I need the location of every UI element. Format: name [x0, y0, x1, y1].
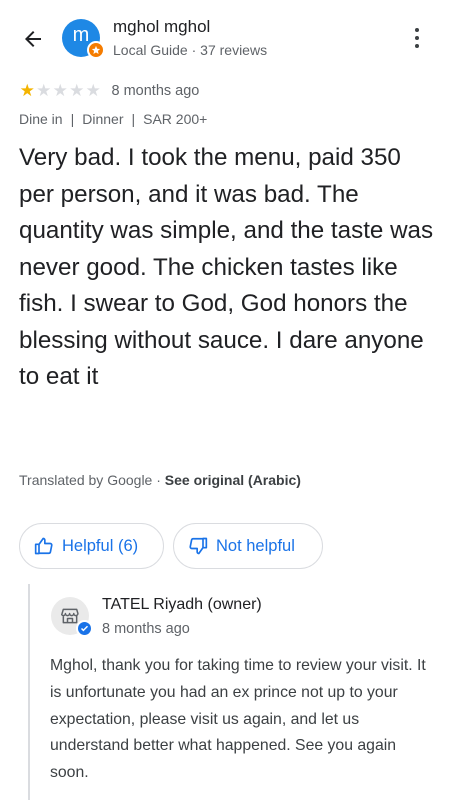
reviewer-name[interactable]: mghol mghol: [113, 17, 210, 37]
translated-by-label: Translated by Google ·: [19, 472, 165, 488]
local-guide-badge-icon: [87, 41, 105, 59]
star-rating: ★ ★ ★ ★ ★: [19, 82, 102, 99]
not-helpful-button[interactable]: Not helpful: [173, 523, 323, 569]
tag-separator: |: [131, 111, 136, 127]
owner-reply-divider: [28, 584, 30, 800]
review-header: m mghol mghol Local Guide · 37 reviews: [0, 0, 451, 76]
owner-name: TATEL Riyadh (owner): [102, 596, 262, 613]
not-helpful-label: Not helpful: [216, 536, 295, 555]
star-empty-icon: ★: [69, 81, 85, 100]
back-button[interactable]: [18, 24, 48, 54]
star-filled-icon: ★: [19, 81, 35, 100]
tag-dine-in: Dine in: [19, 111, 63, 127]
avatar-letter: m: [72, 24, 90, 46]
see-original-link[interactable]: See original (Arabic): [165, 472, 301, 488]
tag-price: SAR 200+: [143, 111, 208, 127]
tag-separator: |: [70, 111, 75, 127]
star-empty-icon: ★: [36, 81, 52, 100]
owner-reply-text: Mghol, thank you for taking time to revi…: [50, 657, 426, 782]
rating-row: ★ ★ ★ ★ ★ 8 months ago: [19, 82, 200, 99]
helpful-label: Helpful (6): [62, 536, 139, 555]
star-empty-icon: ★: [52, 81, 68, 100]
thumb-up-icon: [34, 537, 53, 555]
thumb-down-icon: [189, 537, 208, 555]
arrow-left-icon: [25, 31, 41, 47]
tag-meal: Dinner: [82, 111, 124, 127]
translation-note: Translated by Google · See original (Ara…: [19, 472, 301, 488]
star-empty-icon: ★: [85, 81, 101, 100]
review-date: 8 months ago: [111, 82, 200, 99]
owner-reply-date: 8 months ago: [102, 621, 190, 637]
helpful-button[interactable]: Helpful (6): [19, 523, 164, 569]
review-text: Very bad. I took the menu, paid 350 per …: [19, 144, 434, 390]
more-options-button[interactable]: [405, 24, 429, 52]
more-vert-icon: [415, 28, 419, 32]
review-tags: Dine in | Dinner | SAR 200+: [19, 111, 207, 127]
verified-check-icon: [76, 620, 93, 637]
reviewer-meta: Local Guide · 37 reviews: [113, 42, 268, 58]
